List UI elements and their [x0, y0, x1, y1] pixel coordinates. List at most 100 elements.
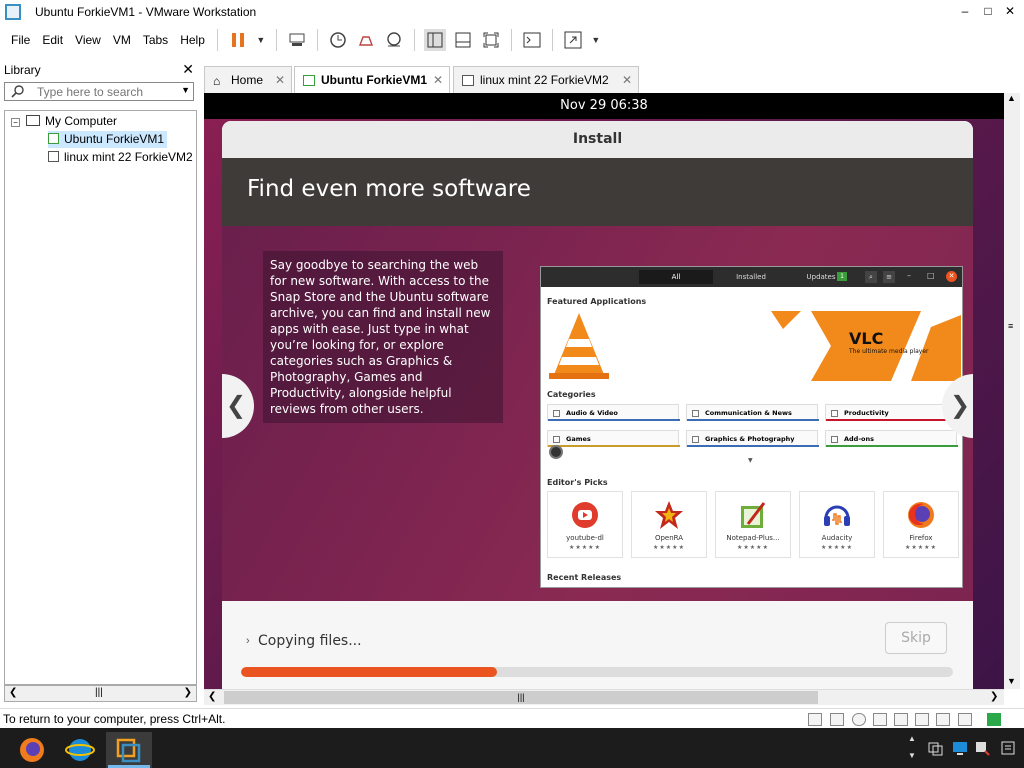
- pick-audacity: Audacity ★★★★★: [799, 491, 875, 558]
- scroll-thumb[interactable]: |||: [95, 687, 103, 698]
- tray-flag-icon[interactable]: [974, 740, 990, 756]
- category-graphics-photography: Graphics & Photography: [686, 430, 819, 447]
- category-audio-video: Audio & Video: [547, 404, 680, 421]
- tray-notifications-icon[interactable]: [1000, 740, 1016, 756]
- menu-tabs[interactable]: Tabs: [137, 33, 174, 47]
- snapshot-icon[interactable]: [327, 29, 349, 51]
- music-note-icon: [553, 410, 560, 417]
- console-horizontal-scrollbar[interactable]: ❮ ||| ❯: [204, 689, 1004, 705]
- menu-bar: File Edit View VM Tabs Help ▼ ▼: [0, 24, 1024, 56]
- library-search-input[interactable]: [37, 85, 177, 99]
- category-add-ons: Add-ons: [825, 430, 958, 447]
- slide-description: Say goodbye to searching the web for new…: [263, 251, 503, 423]
- category-communication-news: Communication & News: [686, 404, 819, 421]
- tab-close-icon[interactable]: ✕: [622, 67, 632, 94]
- tab-linux-mint[interactable]: linux mint 22 ForkieVM2 ✕: [453, 66, 639, 94]
- pick-notepad-plus: Notepad-Plus... ★★★★★: [715, 491, 791, 558]
- image-icon: [692, 436, 699, 443]
- menu-edit[interactable]: Edit: [36, 33, 69, 47]
- network-adapter-icon[interactable]: [852, 713, 866, 726]
- vmware-taskbar-icon[interactable]: [106, 732, 152, 768]
- vm-status-icon[interactable]: [987, 713, 1001, 726]
- plug-icon: [831, 436, 838, 443]
- scroll-up-icon[interactable]: ▲: [1007, 93, 1016, 103]
- display-icon[interactable]: [936, 713, 950, 726]
- audacity-icon: [824, 505, 850, 526]
- console-view-icon[interactable]: [521, 29, 543, 51]
- cd-dvd-icon[interactable]: [830, 713, 844, 726]
- library-title: Library: [4, 63, 41, 77]
- message-log-icon[interactable]: [958, 713, 972, 726]
- hard-disk-icon[interactable]: [808, 713, 822, 726]
- library-horizontal-scrollbar[interactable]: ❮ ||| ❯: [4, 685, 197, 702]
- title-bar: Ubuntu ForkieVM1 - VMware Workstation – …: [0, 0, 1024, 24]
- send-ctrl-alt-del-icon[interactable]: [286, 29, 308, 51]
- scroll-right-icon[interactable]: ❯: [990, 691, 998, 702]
- tab-ubuntu-forkievm1[interactable]: Ubuntu ForkieVM1 ✕: [294, 66, 450, 95]
- skip-button[interactable]: Skip: [885, 622, 947, 654]
- scroll-right-icon[interactable]: ❯: [184, 687, 192, 698]
- menu-file[interactable]: File: [5, 33, 36, 47]
- vm-icon: [462, 75, 474, 86]
- tab-home[interactable]: ⌂ Home ✕: [204, 66, 292, 94]
- install-status-text[interactable]: Copying files...: [258, 633, 362, 649]
- mouse-cursor: [549, 445, 563, 459]
- printer-icon[interactable]: [915, 713, 929, 726]
- power-dropdown-icon[interactable]: ▼: [255, 29, 267, 51]
- tab-close-icon[interactable]: ✕: [275, 67, 285, 94]
- stretch-guest-icon[interactable]: [562, 29, 584, 51]
- vm-tab-strip: ⌂ Home ✕ Ubuntu ForkieVM1 ✕ linux mint 2…: [204, 63, 1024, 95]
- revert-snapshot-icon[interactable]: [355, 29, 377, 51]
- snap-store-screenshot: All Installed Updates 1 ⌕ ≡ – □ ✕ Featur…: [540, 266, 963, 588]
- toolbar-separator: [316, 29, 318, 51]
- tree-item-ubuntu-forkievm1[interactable]: Ubuntu ForkieVM1: [48, 131, 168, 148]
- install-progress-area: › Copying files... Skip: [222, 601, 973, 689]
- console-vertical-scrollbar[interactable]: ▲ ≡ ▼: [1004, 93, 1020, 689]
- scroll-down-icon[interactable]: ▼: [1007, 676, 1016, 686]
- firefox-icon: [908, 502, 934, 528]
- firefox-taskbar-icon[interactable]: [10, 732, 56, 768]
- library-search-box[interactable]: ▼: [4, 82, 194, 101]
- tab-label: Ubuntu ForkieVM1: [321, 73, 428, 87]
- sound-card-icon[interactable]: [894, 713, 908, 726]
- snapshot-manager-icon[interactable]: [383, 29, 405, 51]
- youtube-dl-icon: [572, 502, 598, 528]
- thumbnail-bar-icon[interactable]: [452, 29, 474, 51]
- slide-previous-button[interactable]: ❮: [222, 374, 254, 438]
- expand-details-icon[interactable]: ›: [246, 635, 250, 647]
- collapse-icon[interactable]: −: [11, 118, 20, 127]
- stretch-dropdown-icon[interactable]: ▼: [590, 29, 602, 51]
- library-toggle-icon[interactable]: [423, 29, 446, 51]
- library-close-icon[interactable]: ✕: [182, 61, 194, 78]
- tray-scroll-arrows[interactable]: ▲ ▼: [908, 730, 920, 764]
- openra-icon: [655, 501, 683, 529]
- toolbar-separator: [216, 29, 218, 51]
- toolbar-separator: [275, 29, 277, 51]
- close-button[interactable]: ✕: [996, 0, 1024, 24]
- store-menu-icon: ≡: [883, 271, 895, 283]
- install-progress-fill: [241, 667, 498, 677]
- tray-network-icon[interactable]: [952, 740, 968, 756]
- tray-vmware-icon[interactable]: [928, 740, 944, 756]
- vm-running-icon: [48, 133, 59, 144]
- usb-controller-icon[interactable]: [873, 713, 887, 726]
- vmware-app-icon: [5, 4, 21, 20]
- guest-clock[interactable]: Nov 29 06:38: [560, 98, 648, 113]
- ie-taskbar-icon[interactable]: [58, 732, 104, 768]
- scroll-left-icon[interactable]: ❮: [208, 691, 216, 702]
- scroll-thumb[interactable]: ≡: [1008, 321, 1013, 331]
- scroll-thumb[interactable]: |||: [224, 691, 818, 704]
- tab-close-icon[interactable]: ✕: [433, 67, 443, 94]
- menu-view[interactable]: View: [69, 33, 107, 47]
- search-dropdown-icon[interactable]: ▼: [181, 85, 190, 95]
- notepad-plus-icon: [741, 502, 766, 528]
- tree-node-my-computer[interactable]: − My Computer: [11, 113, 117, 130]
- full-screen-icon[interactable]: [480, 29, 502, 51]
- vm-console[interactable]: Nov 29 06:38 Install Find even more soft…: [204, 93, 1004, 689]
- tree-item-linux-mint[interactable]: linux mint 22 ForkieVM2: [48, 149, 193, 166]
- menu-help[interactable]: Help: [174, 33, 211, 47]
- scroll-left-icon[interactable]: ❮: [9, 687, 17, 698]
- suspend-icon[interactable]: [227, 29, 249, 51]
- guest-top-bar: Nov 29 06:38: [204, 93, 1004, 119]
- menu-vm[interactable]: VM: [107, 33, 137, 47]
